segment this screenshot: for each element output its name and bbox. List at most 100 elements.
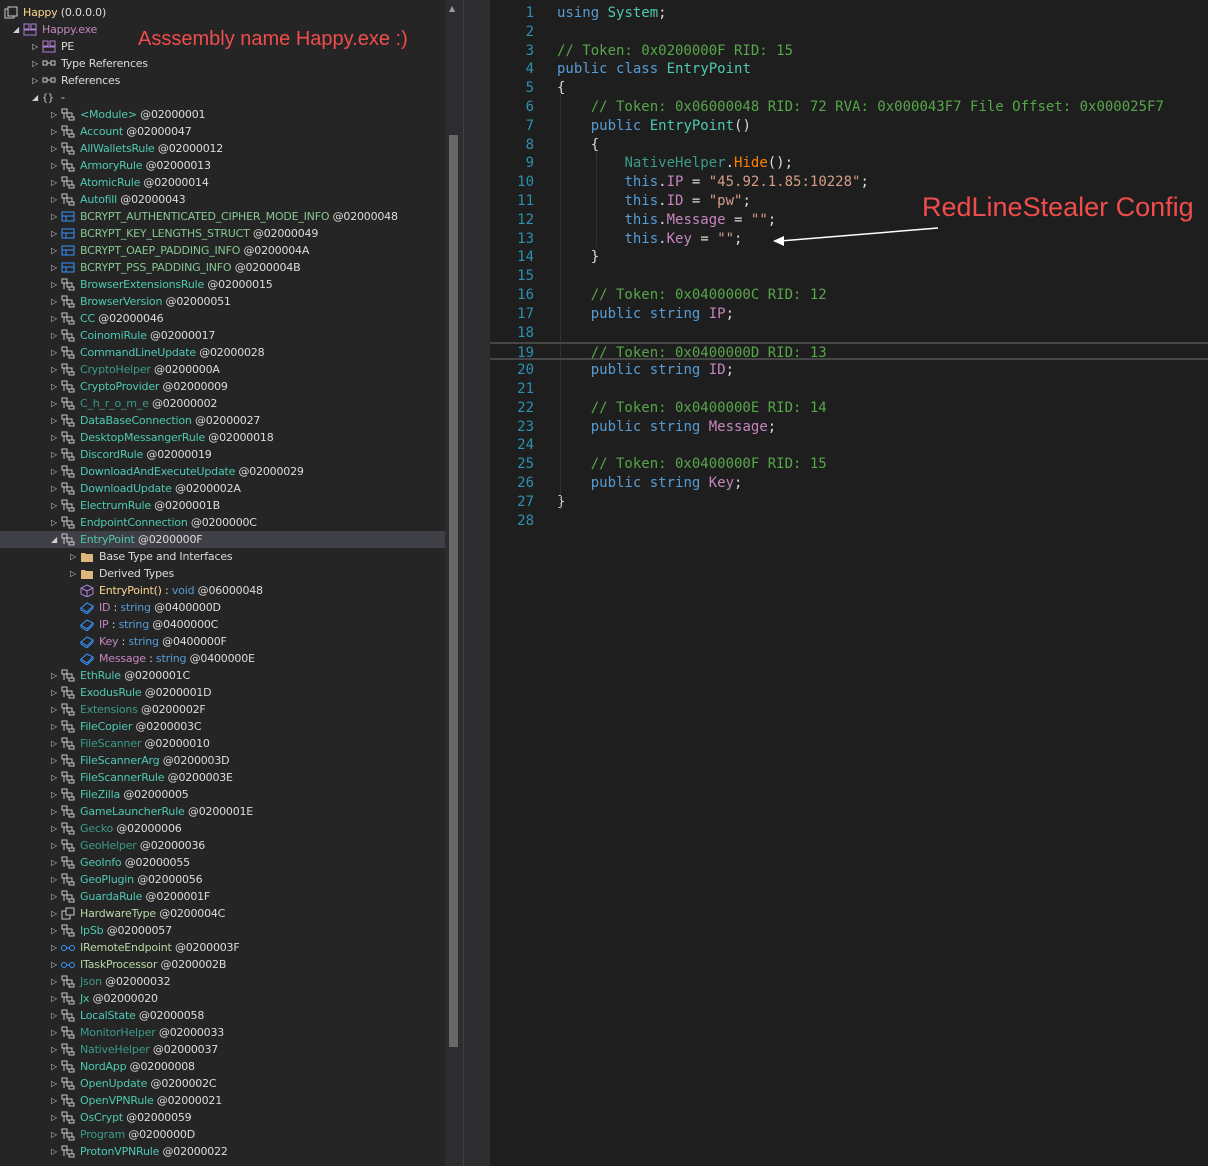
tree-node[interactable]: ▷ DownloadUpdate @0200002A — [0, 480, 445, 497]
tree-node[interactable]: ▷ CommandLineUpdate @02000028 — [0, 344, 445, 361]
code-line[interactable]: 1 using System; — [490, 4, 1208, 22]
expand-arrow-icon[interactable]: ▷ — [49, 174, 59, 191]
tree-node[interactable]: ▷ MonitorHelper @02000033 — [0, 1024, 445, 1041]
scrollbar-thumb[interactable] — [449, 135, 458, 1047]
code-line[interactable]: 2 — [490, 23, 1208, 41]
code-line[interactable]: 9 NativeHelper.Hide(); — [490, 154, 1208, 172]
tree-node[interactable]: ◢{} - — [0, 89, 445, 106]
tree-node[interactable]: ▷ CryptoProvider @02000009 — [0, 378, 445, 395]
expanded-arrow-icon[interactable]: ◢ — [30, 89, 40, 106]
expand-arrow-icon[interactable]: ▷ — [49, 735, 59, 752]
expand-arrow-icon[interactable]: ▷ — [49, 667, 59, 684]
tree-node[interactable]: ▷ HardwareType @0200004C — [0, 905, 445, 922]
expand-arrow-icon[interactable]: ▷ — [49, 140, 59, 157]
tree-node[interactable]: ID : string @0400000D — [0, 599, 445, 616]
tree-node[interactable]: ▷ Json @02000032 — [0, 973, 445, 990]
expand-arrow-icon[interactable]: ▷ — [30, 38, 40, 55]
tree-node[interactable]: ▷ LocalState @02000058 — [0, 1007, 445, 1024]
code-line[interactable]: 13 this.Key = ""; — [490, 230, 1208, 248]
tree-node[interactable]: ▷ OsCrypt @02000059 — [0, 1109, 445, 1126]
expand-arrow-icon[interactable]: ▷ — [49, 446, 59, 463]
expand-arrow-icon[interactable]: ▷ — [49, 412, 59, 429]
tree-node[interactable]: ▷ FileScanner @02000010 — [0, 735, 445, 752]
tree-node[interactable]: ▷ FileScannerRule @0200003E — [0, 769, 445, 786]
code-line[interactable]: 3 // Token: 0x0200000F RID: 15 — [490, 42, 1208, 60]
code-line[interactable]: 15 — [490, 267, 1208, 285]
expand-arrow-icon[interactable]: ▷ — [49, 480, 59, 497]
code-line[interactable]: 28 — [490, 512, 1208, 530]
expand-arrow-icon[interactable]: ▷ — [49, 1092, 59, 1109]
expand-arrow-icon[interactable]: ▷ — [49, 310, 59, 327]
tree-node[interactable]: ▷ Base Type and Interfaces — [0, 548, 445, 565]
code-line[interactable]: 22 // Token: 0x0400000E RID: 14 — [490, 399, 1208, 417]
code-line[interactable]: 7 public EntryPoint() — [490, 117, 1208, 135]
tree-node[interactable]: ▷ OpenVPNRule @02000021 — [0, 1092, 445, 1109]
expand-arrow-icon[interactable]: ▷ — [49, 395, 59, 412]
expand-arrow-icon[interactable]: ▷ — [49, 1041, 59, 1058]
expand-arrow-icon[interactable]: ▷ — [49, 837, 59, 854]
expand-arrow-icon[interactable]: ▷ — [49, 514, 59, 531]
code-line[interactable]: 5{ — [490, 79, 1208, 97]
expand-arrow-icon[interactable]: ▷ — [49, 701, 59, 718]
code-line[interactable]: 23 public string Message; — [490, 418, 1208, 436]
expand-arrow-icon[interactable]: ▷ — [49, 293, 59, 310]
expand-arrow-icon[interactable]: ▷ — [49, 990, 59, 1007]
tree-node[interactable]: ▷ FileZilla @02000005 — [0, 786, 445, 803]
code-line[interactable]: 6 // Token: 0x06000048 RID: 72 RVA: 0x00… — [490, 98, 1208, 116]
tree-node[interactable]: ▷ Jx @02000020 — [0, 990, 445, 1007]
tree-node[interactable]: ▷ AtomicRule @02000014 — [0, 174, 445, 191]
tree-node[interactable]: ▷ FileCopier @0200003C — [0, 718, 445, 735]
tree-node[interactable]: ▷ NativeHelper @02000037 — [0, 1041, 445, 1058]
expand-arrow-icon[interactable]: ▷ — [49, 769, 59, 786]
tree-node[interactable]: ▷ NordApp @02000008 — [0, 1058, 445, 1075]
code-line[interactable]: 18 — [490, 324, 1208, 342]
expand-arrow-icon[interactable]: ▷ — [49, 871, 59, 888]
expand-arrow-icon[interactable]: ▷ — [30, 72, 40, 89]
tree-node[interactable]: ▷ BCRYPT_AUTHENTICATED_CIPHER_MODE_INFO @… — [0, 208, 445, 225]
expand-arrow-icon[interactable]: ▷ — [49, 344, 59, 361]
tree-node[interactable]: ▷ Type References — [0, 55, 445, 72]
assembly-explorer-tree[interactable]: Happy (0.0.0.0) ◢ Happy.exe ▷ PE ▷ Type Refere… — [0, 0, 445, 1166]
expand-arrow-icon[interactable]: ▷ — [49, 820, 59, 837]
tree-node[interactable]: ▷ CryptoHelper @0200000A — [0, 361, 445, 378]
tree-node[interactable]: ▷ DownloadAndExecuteUpdate @02000029 — [0, 463, 445, 480]
expand-arrow-icon[interactable]: ▷ — [49, 939, 59, 956]
tree-node[interactable]: ▷ BrowserExtensionsRule @02000015 — [0, 276, 445, 293]
tree-node[interactable]: ▷ ArmoryRule @02000013 — [0, 157, 445, 174]
tree-node[interactable]: ▷ Gecko @02000006 — [0, 820, 445, 837]
tree-node[interactable]: ▷ GameLauncherRule @0200001E — [0, 803, 445, 820]
expand-arrow-icon[interactable]: ▷ — [49, 208, 59, 225]
tree-node[interactable]: ▷ C_h_r_o_m_e @02000002 — [0, 395, 445, 412]
tree-node[interactable]: ▷ GeoPlugin @02000056 — [0, 871, 445, 888]
expand-arrow-icon[interactable]: ▷ — [49, 429, 59, 446]
tree-node[interactable]: ▷ GeoHelper @02000036 — [0, 837, 445, 854]
tree-node[interactable]: ▷ BrowserVersion @02000051 — [0, 293, 445, 310]
tree-node[interactable]: ▷ AllWalletsRule @02000012 — [0, 140, 445, 157]
tree-node[interactable]: ▷ BCRYPT_OAEP_PADDING_INFO @0200004A — [0, 242, 445, 259]
tree-node[interactable]: ▷ CoinomiRule @02000017 — [0, 327, 445, 344]
tree-node[interactable]: ▷ Account @02000047 — [0, 123, 445, 140]
expand-arrow-icon[interactable]: ▷ — [49, 259, 59, 276]
tree-node[interactable]: ▷ IRemoteEndpoint @0200003F — [0, 939, 445, 956]
tree-node[interactable]: ▷ GeoInfo @02000055 — [0, 854, 445, 871]
expand-arrow-icon[interactable]: ▷ — [49, 905, 59, 922]
code-line[interactable]: 20 public string ID; — [490, 361, 1208, 379]
expand-arrow-icon[interactable]: ▷ — [49, 752, 59, 769]
expand-arrow-icon[interactable]: ▷ — [49, 786, 59, 803]
tree-node[interactable]: Message : string @0400000E — [0, 650, 445, 667]
scroll-up-icon[interactable]: ▲ — [449, 4, 455, 13]
expanded-arrow-icon[interactable]: ◢ — [49, 531, 59, 548]
code-line[interactable]: 17 public string IP; — [490, 305, 1208, 323]
expand-arrow-icon[interactable]: ▷ — [49, 497, 59, 514]
expand-arrow-icon[interactable]: ▷ — [49, 922, 59, 939]
expand-arrow-icon[interactable]: ▷ — [49, 803, 59, 820]
tree-node[interactable]: IP : string @0400000C — [0, 616, 445, 633]
tree-node[interactable]: Happy (0.0.0.0) — [0, 4, 445, 21]
expand-arrow-icon[interactable]: ▷ — [49, 378, 59, 395]
code-line[interactable]: 19 // Token: 0x0400000D RID: 13 — [490, 342, 1208, 361]
expand-arrow-icon[interactable]: ▷ — [49, 191, 59, 208]
expand-arrow-icon[interactable]: ▷ — [49, 1024, 59, 1041]
code-line[interactable]: 26 public string Key; — [490, 474, 1208, 492]
tree-node[interactable]: ▷ BCRYPT_KEY_LENGTHS_STRUCT @02000049 — [0, 225, 445, 242]
code-editor[interactable]: 1 using System; 2 3// Token: 0x0200000F RID… — [490, 0, 1208, 1166]
